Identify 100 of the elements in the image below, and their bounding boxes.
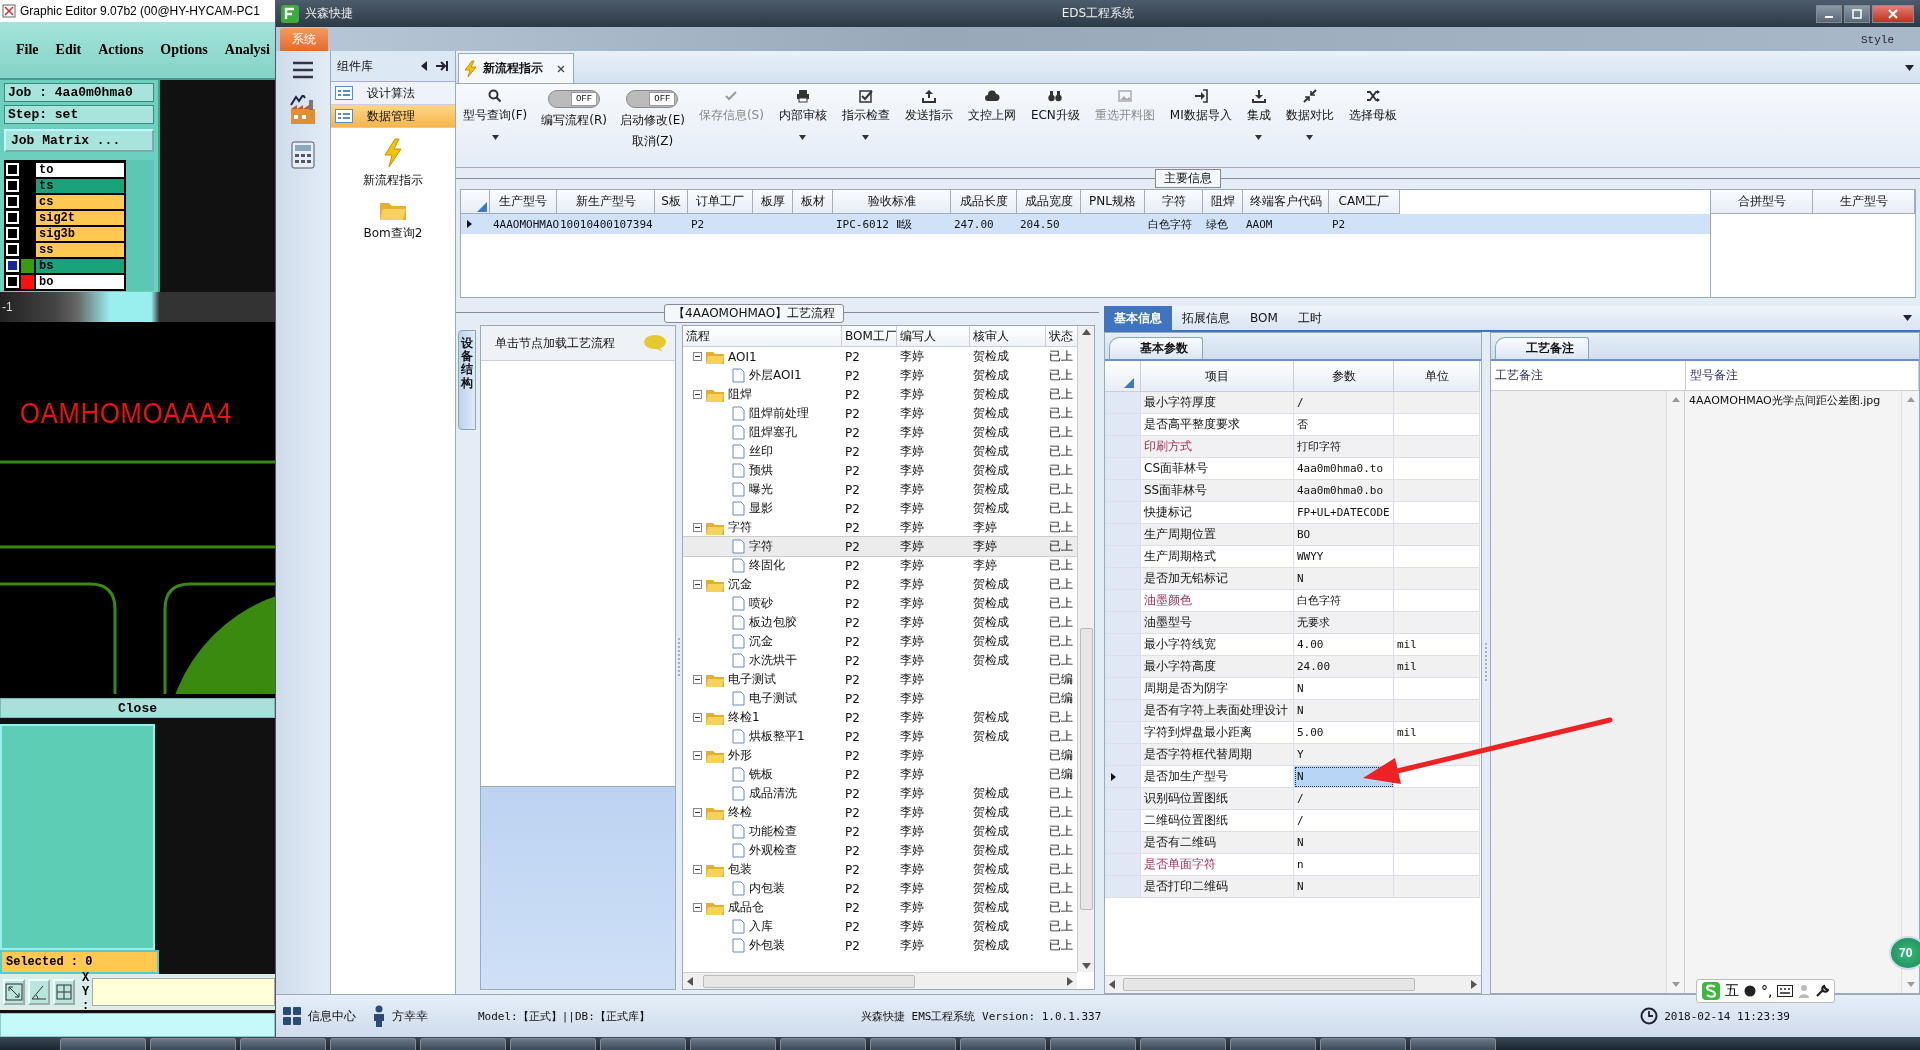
menu-item[interactable]: Options xyxy=(160,42,208,58)
layer-checkbox[interactable] xyxy=(6,259,19,272)
side-tab[interactable]: 设备结构 xyxy=(458,330,476,430)
table-row[interactable]: 快捷标记 FP+UL+DATECODE xyxy=(1105,502,1481,524)
taskbar-button[interactable] xyxy=(420,1038,506,1050)
layer-name[interactable]: bo xyxy=(36,274,124,289)
table-row[interactable]: 油墨颜色 白色字符 xyxy=(1105,590,1481,612)
column-header[interactable]: 新生产型号 xyxy=(557,190,655,214)
toolbar-button[interactable]: MI数据导入 xyxy=(1168,88,1233,124)
toolbar-button[interactable]: 文控上网 xyxy=(966,88,1017,124)
layer-name[interactable]: sig2t xyxy=(36,210,124,225)
table-row[interactable]: 是否单面字符 n xyxy=(1105,854,1481,876)
table-row[interactable]: 是否高平整度要求 否 xyxy=(1105,414,1481,436)
panel-item[interactable]: 设计算法 xyxy=(331,82,455,105)
table-cell[interactable]: 无要求 xyxy=(1294,612,1394,634)
table-cell[interactable]: / xyxy=(1294,392,1394,414)
table-row[interactable]: CS面菲林号 4aa0m0hma0.to xyxy=(1105,458,1481,480)
column-header[interactable]: 板材 xyxy=(793,190,833,214)
table-cell[interactable]: 4.00 xyxy=(1294,634,1394,656)
table-row[interactable]: 最小字符线宽 4.00 mil xyxy=(1105,634,1481,656)
table-row[interactable]: 印刷方式 打印字符 xyxy=(1105,436,1481,458)
table-cell[interactable]: 否 xyxy=(1294,414,1394,436)
table-cell[interactable]: n xyxy=(1294,854,1394,876)
table-row[interactable]: SS面菲林号 4aa0m0hma0.bo xyxy=(1105,480,1481,502)
taskbar-button[interactable] xyxy=(60,1038,146,1050)
scrollbar-thumb[interactable] xyxy=(1123,978,1415,991)
layer-name[interactable]: ts xyxy=(36,178,124,193)
column-header[interactable]: 参数 xyxy=(1294,361,1394,392)
layer-checkbox[interactable] xyxy=(6,211,19,224)
table-row[interactable]: 识别码位置图纸 / xyxy=(1105,788,1481,810)
toolbar-button[interactable]: ECN升级 xyxy=(1029,88,1081,124)
table-row[interactable]: 是否字符框代替周期 Y xyxy=(1105,744,1481,766)
minimize-button[interactable] xyxy=(1816,4,1842,23)
taskbar-button[interactable] xyxy=(240,1038,326,1050)
column-header[interactable]: 成品宽度 xyxy=(1017,190,1081,214)
taskbar-button[interactable] xyxy=(330,1038,416,1050)
table-row[interactable]: 最小字符厚度 / xyxy=(1105,392,1481,414)
tool-button[interactable] xyxy=(3,979,25,1005)
column-header[interactable]: 成品长度 xyxy=(951,190,1017,214)
launcher-label[interactable]: Bom查询2 xyxy=(363,225,423,242)
toolbar-button[interactable]: 指示检查 xyxy=(840,88,891,140)
table-cell[interactable]: N xyxy=(1294,876,1394,898)
column-header[interactable]: PNL规格 xyxy=(1081,190,1145,214)
column-header[interactable]: 项目 xyxy=(1141,361,1294,392)
taskbar-button[interactable] xyxy=(510,1038,596,1050)
table-cell[interactable]: / xyxy=(1294,788,1394,810)
table-cell[interactable]: / xyxy=(1294,810,1394,832)
subtab[interactable]: 基本参数 xyxy=(1109,337,1203,359)
scrollbar-thumb[interactable] xyxy=(1079,628,1093,910)
job-matrix-button[interactable]: Job Matrix ... xyxy=(4,129,154,152)
table-row[interactable]: 是否打印二维码 N xyxy=(1105,876,1481,898)
table-cell[interactable]: 24.00 xyxy=(1294,656,1394,678)
menu-item[interactable]: File xyxy=(16,42,39,58)
launcher-label[interactable]: 新流程指示 xyxy=(363,172,423,189)
table-cell[interactable]: 4aa0m0hma0.to xyxy=(1294,458,1394,480)
column-header[interactable]: 板厚 xyxy=(753,190,793,214)
column-header[interactable]: 验收标准 xyxy=(833,190,951,214)
taskbar-button[interactable] xyxy=(600,1038,686,1050)
column-header[interactable]: S板 xyxy=(655,190,688,214)
layer-name[interactable]: to xyxy=(36,162,124,177)
layer-checkbox[interactable] xyxy=(6,163,19,176)
subtab[interactable]: 工艺备注 xyxy=(1495,337,1589,359)
taskbar-button[interactable] xyxy=(1320,1038,1406,1050)
close-button[interactable] xyxy=(1872,4,1914,23)
taskbar-button[interactable] xyxy=(960,1038,1046,1050)
menu-item[interactable]: Edit xyxy=(55,42,82,58)
table-cell[interactable]: Y xyxy=(1294,744,1394,766)
tree-row[interactable]: 字符 P2 李婷 李婷 已上 xyxy=(683,537,1077,556)
table-cell[interactable]: N xyxy=(1294,832,1394,854)
table-row[interactable]: 是否有字符上表面处理设计 N xyxy=(1105,700,1481,722)
toolbar-button[interactable]: 数据对比 xyxy=(1284,88,1335,140)
layer-checkbox[interactable] xyxy=(6,227,19,240)
column-header[interactable]: 单位 xyxy=(1394,361,1480,392)
table-row[interactable]: 周期是否为阴字 N xyxy=(1105,678,1481,700)
tab[interactable]: BOM xyxy=(1240,306,1288,330)
taskbar-button[interactable] xyxy=(1140,1038,1226,1050)
column-header[interactable]: 核审人 xyxy=(970,326,1046,346)
column-header[interactable]: 合拼型号 xyxy=(1711,190,1813,214)
column-header[interactable]: 工艺备注 xyxy=(1491,361,1686,391)
taskbar-button[interactable] xyxy=(1230,1038,1316,1050)
column-header[interactable]: 生产型号 xyxy=(490,190,557,214)
input-mode-button[interactable]: 五 xyxy=(1725,982,1739,1000)
toolbar-button[interactable]: 集成 xyxy=(1245,88,1272,140)
menu-item[interactable]: Analysi xyxy=(224,42,270,58)
taskbar-button[interactable] xyxy=(1410,1038,1496,1050)
table-row[interactable]: 是否加无铅标记 N xyxy=(1105,568,1481,590)
column-header[interactable]: 编写人 xyxy=(897,326,970,346)
menu-item[interactable]: Actions xyxy=(98,42,144,58)
taskbar-button[interactable] xyxy=(150,1038,236,1050)
toolbar-button[interactable]: 型号查询(F) xyxy=(462,88,529,140)
layer-name[interactable]: ss xyxy=(36,242,124,257)
table-cell[interactable]: N xyxy=(1294,568,1394,590)
column-header[interactable]: 阻焊 xyxy=(1203,190,1243,214)
column-header[interactable]: CAM工厂 xyxy=(1329,190,1400,214)
layer-name[interactable]: cs xyxy=(36,194,124,209)
column-header[interactable]: 字符 xyxy=(1145,190,1203,214)
tab[interactable]: 基本信息 xyxy=(1104,306,1172,330)
table-cell[interactable]: BO xyxy=(1294,524,1394,546)
layer-name[interactable]: sig3b xyxy=(36,226,124,241)
table-cell[interactable]: WWYY xyxy=(1294,546,1394,568)
